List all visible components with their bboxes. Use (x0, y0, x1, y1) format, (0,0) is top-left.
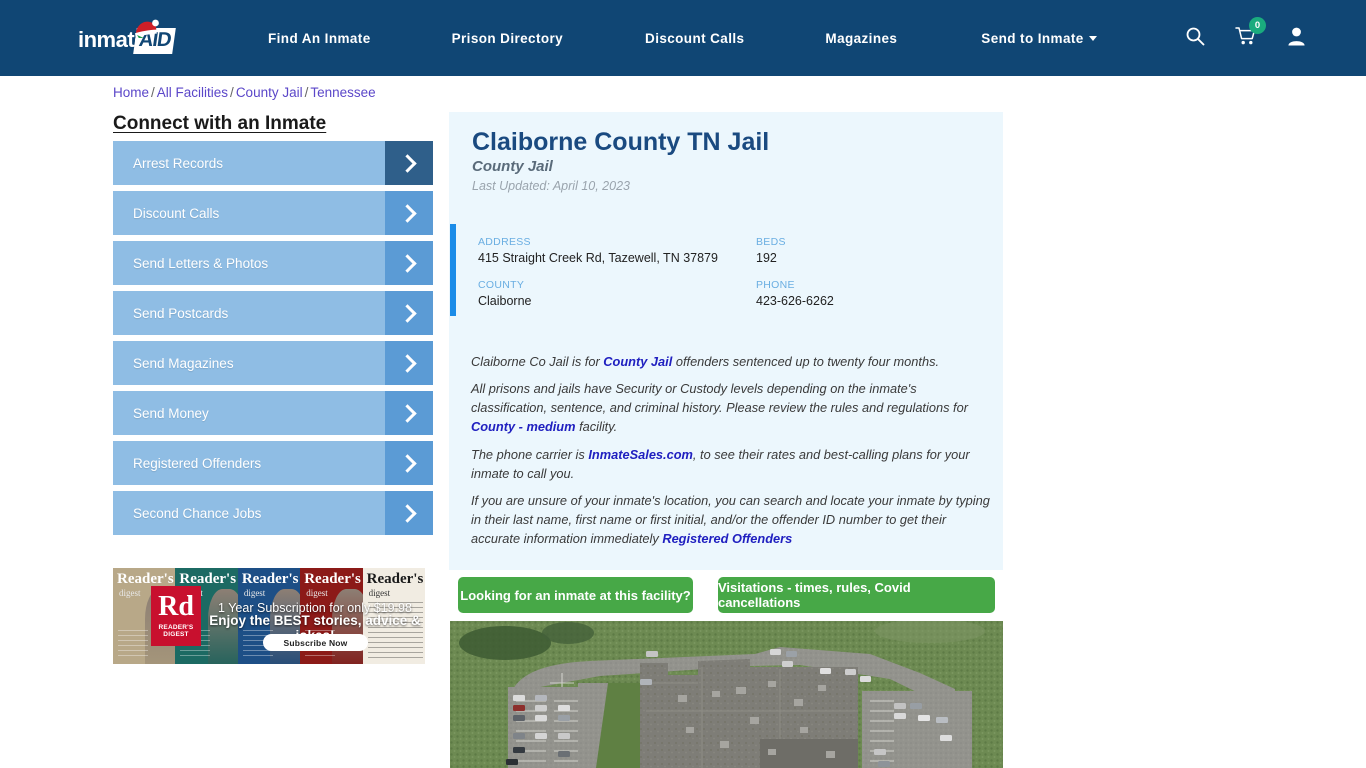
paragraph-text: offenders sentenced up to twenty four mo… (672, 354, 940, 369)
ad-cover-title: Reader's (366, 571, 424, 587)
detail-label: BEDS (756, 236, 786, 248)
breadcrumb-item-home[interactable]: Home (113, 85, 149, 100)
detail-value: 192 (756, 251, 777, 265)
advertisement-banner[interactable]: Reader's digest Reader's digest Reader's… (113, 568, 425, 664)
sidebar-item-label: Send Postcards (133, 305, 229, 321)
detail-label: ADDRESS (478, 236, 531, 248)
link-county-jail[interactable]: County Jail (603, 354, 672, 369)
ad-cover-title: Reader's (179, 571, 237, 587)
site-header: inmate AID Find An Inmate Prison Directo… (0, 0, 1366, 76)
search-icon[interactable] (1185, 26, 1205, 51)
nav-item-discount-calls[interactable]: Discount Calls (645, 25, 744, 52)
nav-item-send-to-inmate-label: Send to Inmate (981, 30, 1084, 46)
nav-item-find-an-inmate[interactable]: Find An Inmate (268, 25, 371, 52)
sidebar-menu: Arrest Records Discount Calls Send Lette… (113, 141, 433, 541)
ad-cover-title: Reader's (304, 571, 361, 587)
breadcrumb-item-tennessee[interactable]: Tennessee (310, 85, 375, 100)
last-updated-text: Last Updated: April 10, 2023 (472, 179, 630, 193)
details-row: ADDRESS 415 Straight Creek Rd, Tazewell,… (478, 236, 978, 265)
chevron-right-icon (385, 241, 433, 285)
chevron-right-icon (385, 141, 433, 185)
ad-cover-subtitle: digest (368, 588, 391, 598)
nav-item-prison-directory[interactable]: Prison Directory (452, 25, 563, 52)
detail-label: COUNTY (478, 279, 525, 291)
description-paragraph-4: If you are unsure of your inmate's locat… (471, 491, 994, 548)
sidebar-item-label: Registered Offenders (133, 455, 262, 471)
ad-cover-subtitle: digest (306, 588, 328, 598)
shopping-cart-icon[interactable]: 0 (1235, 16, 1266, 51)
sidebar-item-label: Arrest Records (133, 155, 224, 171)
breadcrumb-separator: / (304, 85, 309, 100)
ad-cover-subtitle: digest (243, 588, 266, 598)
description-paragraph-3: The phone carrier is InmateSales.com, to… (471, 445, 994, 483)
cart-count-badge: 0 (1249, 16, 1266, 34)
santa-hat-icon (135, 19, 159, 38)
chevron-right-icon (385, 391, 433, 435)
sidebar-item-send-magazines[interactable]: Send Magazines (113, 341, 433, 385)
readers-digest-logo: Rd READER'S DIGEST (151, 586, 201, 646)
breadcrumb-separator: / (151, 85, 155, 100)
sidebar-heading: Connect with an Inmate (113, 113, 327, 134)
ad-cover-title: Reader's (117, 571, 174, 587)
sidebar-item-label: Send Magazines (133, 355, 234, 371)
detail-beds: BEDS 192 (756, 236, 976, 265)
description-paragraph-2: All prisons and jails have Security or C… (471, 379, 994, 436)
sidebar-item-send-letters-photos[interactable]: Send Letters & Photos (113, 241, 433, 285)
paragraph-text: The phone carrier is (471, 447, 589, 462)
ad-subscribe-button[interactable]: Subscribe Now (263, 634, 368, 651)
sidebar-item-registered-offenders[interactable]: Registered Offenders (113, 441, 433, 485)
detail-county: COUNTY Claiborne (478, 279, 756, 308)
detail-label: PHONE (756, 279, 795, 291)
main-navigation: Find An Inmate Prison Directory Discount… (268, 0, 1097, 76)
sidebar-item-second-chance-jobs[interactable]: Second Chance Jobs (113, 491, 433, 535)
sidebar-item-label: Send Letters & Photos (133, 255, 269, 271)
visitations-button[interactable]: Visitations - times, rules, Covid cancel… (718, 577, 995, 613)
breadcrumb-item-all-facilities[interactable]: All Facilities (157, 85, 228, 100)
sidebar-item-send-money[interactable]: Send Money (113, 391, 433, 435)
ad-cover-title: Reader's (241, 571, 299, 587)
facility-type: County Jail (472, 158, 553, 175)
paragraph-text: facility. (575, 419, 618, 434)
ad-brand-mark: Rd (158, 591, 194, 623)
chevron-right-icon (385, 191, 433, 235)
chevron-right-icon (385, 341, 433, 385)
description-paragraph-1: Claiborne Co Jail is for County Jail off… (471, 352, 994, 371)
nav-item-magazines[interactable]: Magazines (825, 25, 897, 52)
site-logo[interactable]: inmate AID (78, 19, 190, 56)
nav-item-send-to-inmate[interactable]: Send to Inmate (981, 25, 1097, 52)
chevron-right-icon (385, 491, 433, 535)
breadcrumb-item-county-jail[interactable]: County Jail (236, 85, 303, 100)
sidebar-item-discount-calls[interactable]: Discount Calls (113, 191, 433, 235)
detail-value: 423-626-6262 (756, 294, 834, 308)
breadcrumb: Home / All Facilities / County Jail / Tennesse… (113, 85, 376, 100)
header-icon-group: 0 (1185, 0, 1306, 76)
paragraph-text: All prisons and jails have Security or C… (471, 381, 968, 415)
chevron-down-icon (1088, 35, 1097, 41)
detail-address: ADDRESS 415 Straight Creek Rd, Tazewell,… (478, 236, 756, 265)
panel-accent-bar (450, 224, 456, 316)
chevron-right-icon (385, 291, 433, 335)
link-county-medium[interactable]: County - medium (471, 419, 576, 434)
breadcrumb-separator: / (230, 85, 234, 100)
facility-satellite-image (450, 621, 1003, 768)
detail-phone: PHONE 423-626-6262 (756, 279, 976, 308)
link-registered-offenders[interactable]: Registered Offenders (662, 531, 792, 546)
find-inmate-button[interactable]: Looking for an inmate at this facility? (458, 577, 693, 613)
sidebar-item-arrest-records[interactable]: Arrest Records (113, 141, 433, 185)
sidebar-item-send-postcards[interactable]: Send Postcards (113, 291, 433, 335)
sidebar-item-label: Send Money (133, 405, 209, 421)
page-title: Claiborne County TN Jail (472, 128, 770, 156)
detail-value: Claiborne (478, 294, 532, 308)
sidebar-item-label: Second Chance Jobs (133, 505, 262, 521)
user-account-icon[interactable] (1287, 26, 1306, 51)
sidebar-item-label: Discount Calls (133, 205, 220, 221)
link-inmatesales[interactable]: InmateSales.com (588, 447, 693, 462)
facility-details-grid: ADDRESS 415 Straight Creek Rd, Tazewell,… (478, 236, 978, 322)
ad-brand-name: READER'S DIGEST (158, 623, 194, 638)
paragraph-text: Claiborne Co Jail is for (471, 354, 604, 369)
details-row: COUNTY Claiborne PHONE 423-626-6262 (478, 279, 978, 308)
ad-cover-subtitle: digest (119, 588, 141, 598)
detail-value: 415 Straight Creek Rd, Tazewell, TN 3787… (478, 251, 718, 265)
chevron-right-icon (385, 441, 433, 485)
